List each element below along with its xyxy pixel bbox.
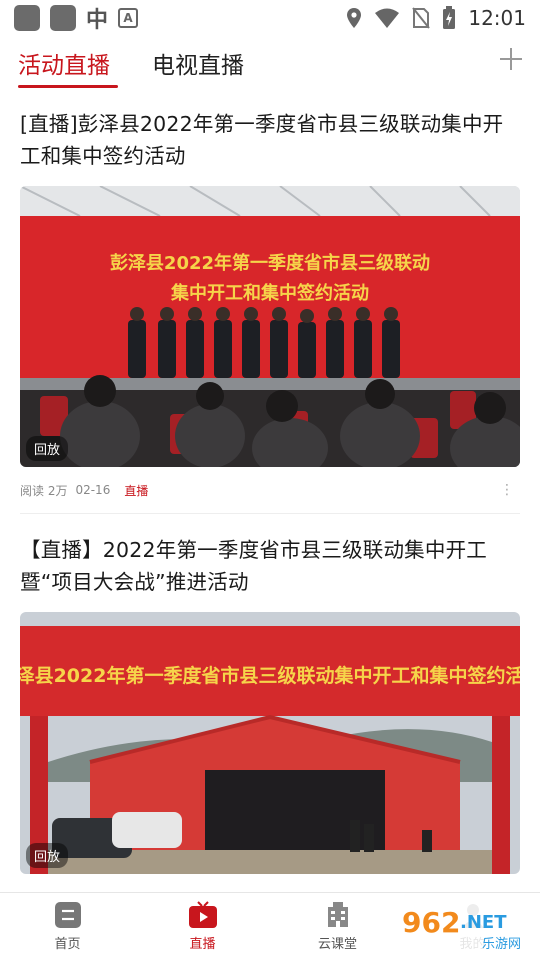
location-icon	[347, 8, 362, 28]
card-thumbnail[interactable]: 彭泽县2022年第一季度省市县三级联动 集中开工和集中签约活动 回放	[20, 186, 520, 467]
event-photo: 彭泽县2022年第一季度省市县三级联动集中开工和集中签约活动	[20, 612, 520, 874]
banner-line-1: 彭泽县2022年第一季度省市县三级联动	[110, 252, 430, 274]
nav-live[interactable]: 直播	[135, 893, 270, 960]
wifi-icon	[375, 8, 400, 28]
banner-line-2: 集中开工和集中签约活动	[170, 282, 369, 304]
card-thumbnail[interactable]: 彭泽县2022年第一季度省市县三级联动集中开工和集中签约活动 回放	[20, 612, 520, 874]
top-tabs: 活动直播 电视直播	[0, 40, 540, 90]
card-title[interactable]: [直播]彭泽县2022年第一季度省市县三级联动集中开工和集中签约活动	[20, 96, 520, 172]
app-notification-icon-2	[50, 5, 76, 31]
app-notification-icon	[14, 5, 40, 31]
live-card[interactable]: [直播]彭泽县2022年第一季度省市县三级联动集中开工和集中签约活动 彭泽县20…	[0, 96, 540, 513]
a-icon: A	[118, 8, 139, 28]
live-card[interactable]: 【直播】2022年第一季度省市县三级联动集中开工暨“项目大会战”推进活动 彭泽县…	[0, 514, 540, 874]
home-icon	[54, 902, 81, 928]
nav-label: 直播	[189, 937, 216, 952]
site-watermark: 962 .NET 乐游网	[396, 902, 530, 954]
more-options-icon[interactable]: ⋮	[500, 482, 520, 498]
status-bar: 中 A 12:01	[0, 0, 540, 36]
nav-label: 云课堂	[317, 937, 357, 952]
nav-label: 首页	[54, 937, 81, 952]
event-photo: 彭泽县2022年第一季度省市县三级联动 集中开工和集中签约活动	[20, 186, 520, 467]
live-feed: [直播]彭泽县2022年第一季度省市县三级联动集中开工和集中签约活动 彭泽县20…	[0, 96, 540, 874]
watermark-number: 962	[402, 906, 460, 939]
app-glyph-icon: 中	[86, 8, 109, 33]
watermark-suffix: .NET	[460, 912, 507, 933]
clock: 12:01	[468, 6, 526, 30]
nav-home[interactable]: 首页	[0, 893, 135, 960]
active-tab-indicator	[18, 85, 118, 88]
card-title[interactable]: 【直播】2022年第一季度省市县三级联动集中开工暨“项目大会战”推进活动	[20, 514, 520, 598]
banner-line: 彭泽县2022年第一季度省市县三级联动集中开工和集中签约活动	[20, 664, 520, 687]
publish-date: 02-16	[75, 483, 111, 497]
tab-activity-live[interactable]: 活动直播	[18, 46, 110, 80]
nav-cloud-class[interactable]: 云课堂	[270, 893, 405, 960]
building-icon	[327, 902, 348, 927]
replay-badge: 回放	[26, 843, 69, 868]
read-count: 阅读 2万	[20, 483, 68, 498]
card-meta: 阅读 2万 02-16 直播 ⋮	[20, 467, 520, 513]
category-tag[interactable]: 直播	[124, 482, 148, 499]
watermark-subtitle: 乐游网	[482, 937, 521, 952]
add-channel-icon[interactable]	[498, 46, 524, 72]
replay-badge: 回放	[26, 436, 69, 461]
battery-icon	[443, 6, 456, 29]
no-sim-icon	[412, 7, 431, 29]
tab-tv-live[interactable]: 电视直播	[152, 46, 244, 80]
live-tv-icon	[188, 901, 217, 928]
